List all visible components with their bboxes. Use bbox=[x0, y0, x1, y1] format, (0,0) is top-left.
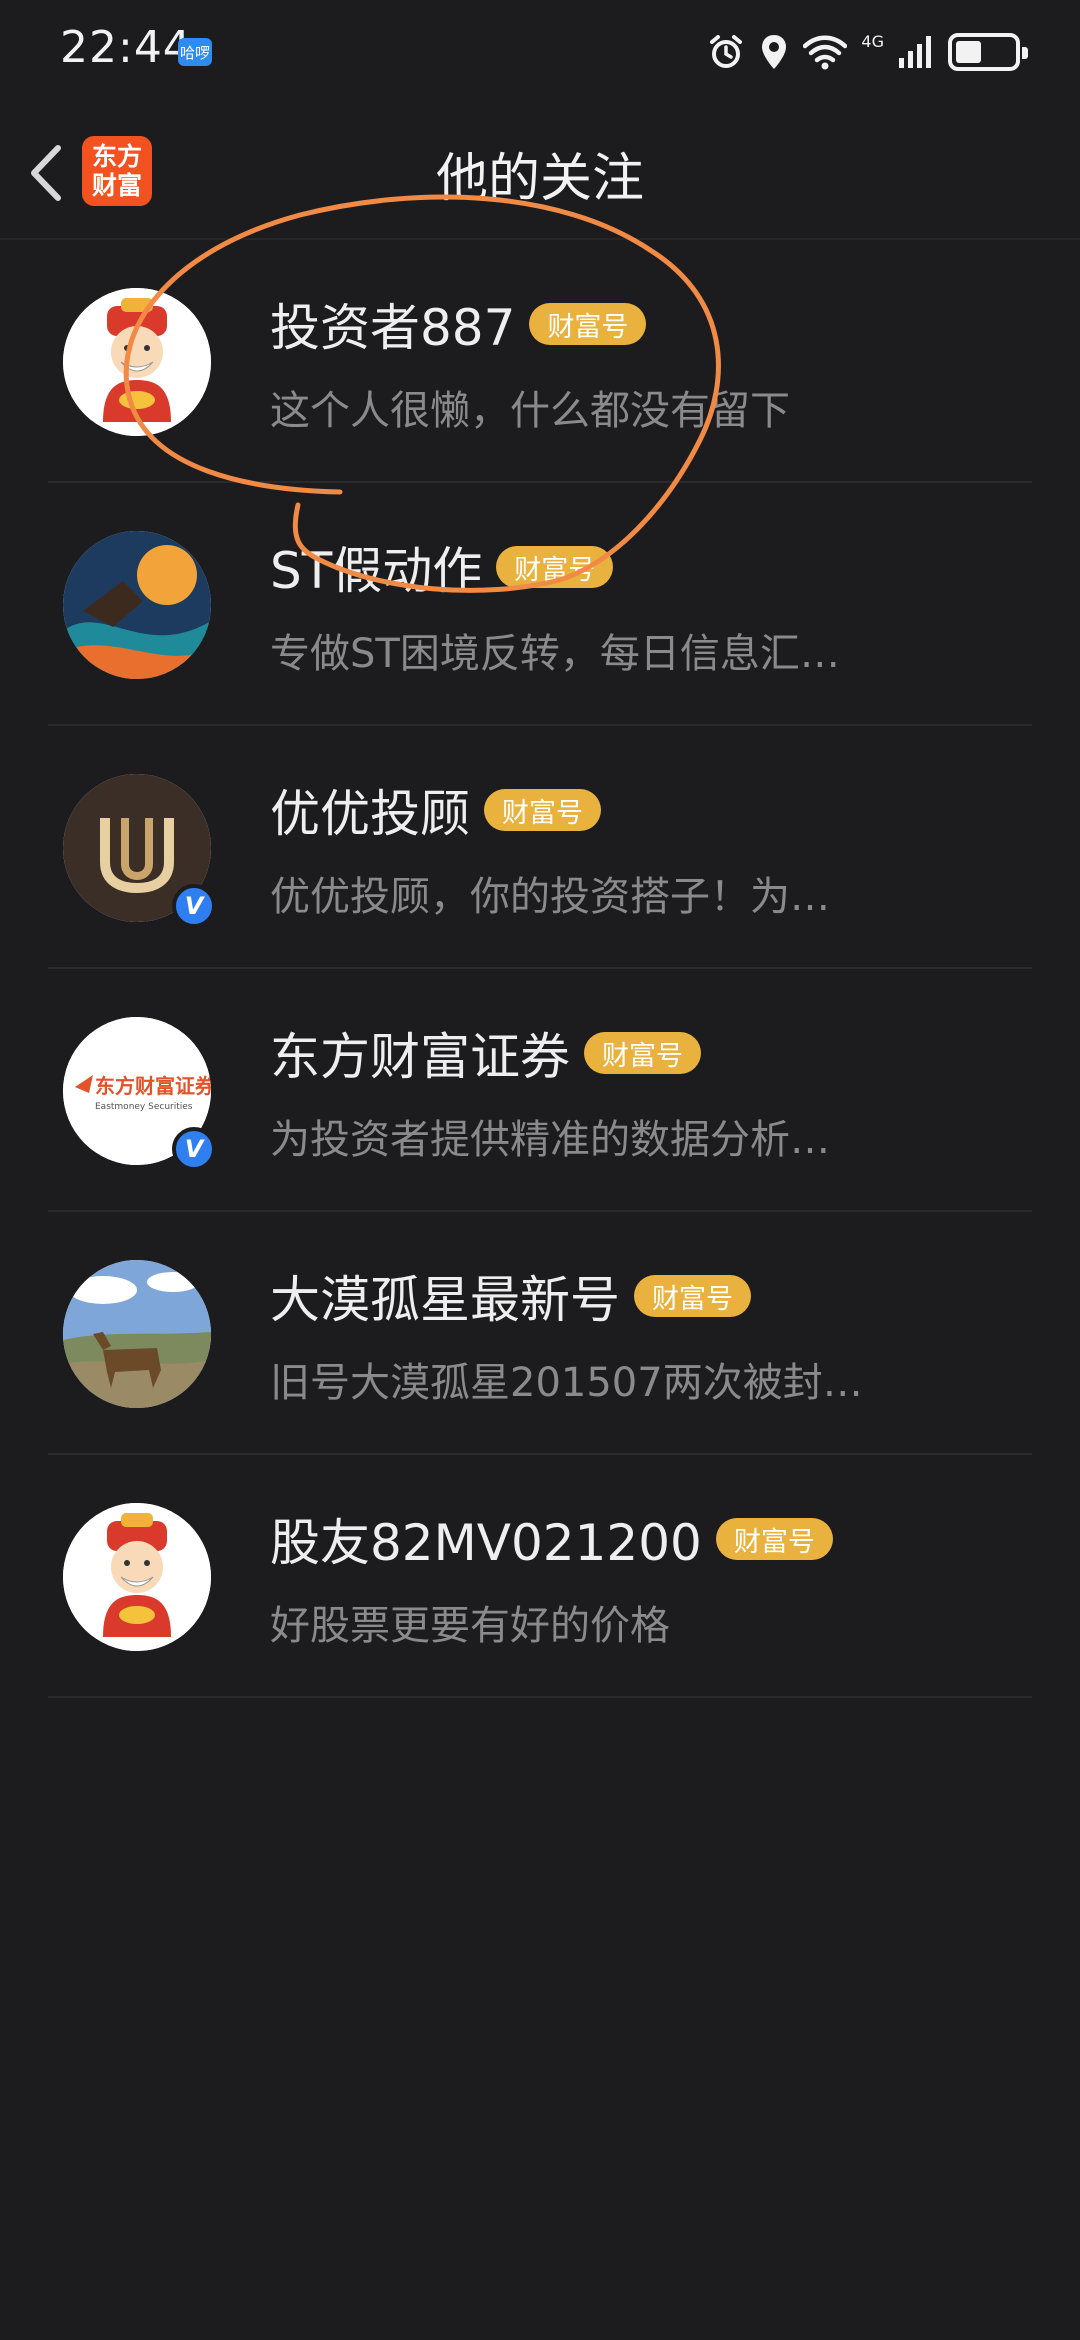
follow-list-item[interactable]: 股友82MV021200 财富号好股票更要有好的价格 bbox=[0, 1455, 1080, 1698]
network-type: 4G bbox=[861, 32, 884, 51]
divider bbox=[48, 1696, 1032, 1698]
user-bio: 好股票更要有好的价格 bbox=[270, 1603, 670, 1649]
caifu-badge: 财富号 bbox=[584, 1032, 701, 1074]
horse-landscape-icon bbox=[63, 1260, 211, 1408]
status-bar: 22:44 哈啰 4G bbox=[0, 0, 1080, 100]
caifu-badge: 财富号 bbox=[496, 546, 614, 588]
user-name: 东方财富证券 bbox=[270, 1028, 570, 1086]
verified-badge-icon: V bbox=[172, 1127, 216, 1171]
follow-list-item[interactable]: 东方财富证券 Eastmoney Securities V 东方财富证券 财富号 为投… bbox=[0, 969, 1080, 1212]
logo-subtext: Eastmoney Securities bbox=[95, 1102, 193, 1112]
user-name: 股友82MV021200 bbox=[270, 1514, 702, 1572]
name-row: 东方财富证券 财富号 bbox=[270, 1021, 701, 1086]
follow-list-item[interactable]: 投资者887 财富号这个人很懒，什么都没有留下 bbox=[0, 240, 1080, 483]
follow-list-item[interactable]: 大漠孤星最新号 财富号旧号大漠孤星201507两次被封… bbox=[0, 1212, 1080, 1455]
caifu-badge: 财富号 bbox=[715, 1518, 833, 1560]
avatar[interactable] bbox=[63, 1260, 211, 1408]
following-page: 22:44 哈啰 4G 东方 财富 他的关注 投资者887 财富号 这个人很懒，… bbox=[0, 0, 1080, 2340]
user-bio: 旧号大漠孤星201507两次被封… bbox=[270, 1360, 863, 1406]
nav-bar: 东方 财富 他的关注 bbox=[0, 100, 1080, 240]
caifu-badge: 财富号 bbox=[634, 1275, 751, 1317]
fantasy-artwork-icon bbox=[63, 531, 211, 679]
god-of-wealth-icon bbox=[63, 288, 211, 436]
follow-list: 投资者887 财富号 这个人很懒，什么都没有留下 ST假动作 财富号 专做ST困境反转，… bbox=[0, 240, 1080, 1698]
user-bio: 专做ST困境反转，每日信息汇… bbox=[270, 631, 840, 677]
status-icons: 4G bbox=[707, 30, 1028, 74]
user-bio: 这个人很懒，什么都没有留下 bbox=[270, 388, 790, 434]
avatar[interactable] bbox=[63, 288, 211, 436]
signal-icon bbox=[899, 36, 931, 68]
god-of-wealth-icon bbox=[63, 1503, 211, 1651]
user-name: ST假动作 bbox=[270, 542, 483, 600]
battery-icon bbox=[948, 33, 1028, 71]
name-row: 优优投顾 财富号 bbox=[270, 778, 601, 843]
user-name: 优优投顾 bbox=[270, 785, 470, 843]
location-icon bbox=[762, 35, 787, 69]
wifi-icon bbox=[803, 35, 848, 70]
name-row: 大漠孤星最新号 财富号 bbox=[270, 1264, 751, 1329]
page-title: 他的关注 bbox=[435, 149, 644, 209]
verified-badge-icon: V bbox=[172, 884, 216, 928]
user-bio: 为投资者提供精准的数据分析… bbox=[270, 1117, 830, 1163]
caifu-badge: 财富号 bbox=[529, 303, 647, 345]
status-app-badge: 哈啰 bbox=[178, 38, 212, 66]
logo-text: 东方财富证券 bbox=[95, 1074, 211, 1098]
user-name: 投资者887 bbox=[270, 299, 516, 357]
avatar[interactable] bbox=[63, 1503, 211, 1651]
user-name: 大漠孤星最新号 bbox=[270, 1271, 620, 1329]
user-bio: 优优投顾，你的投资搭子！为… bbox=[270, 874, 830, 920]
follow-list-item[interactable]: V 优优投顾 财富号优优投顾，你的投资搭子！为… bbox=[0, 726, 1080, 969]
name-row: 股友82MV021200 财富号 bbox=[270, 1507, 833, 1572]
status-time: 22:44 bbox=[60, 22, 192, 73]
follow-list-item[interactable]: ST假动作 财富号专做ST困境反转，每日信息汇… bbox=[0, 483, 1080, 726]
caifu-badge: 财富号 bbox=[484, 789, 601, 831]
name-row: ST假动作 财富号 bbox=[270, 535, 614, 600]
name-row: 投资者887 财富号 bbox=[270, 292, 647, 357]
alarm-icon bbox=[710, 35, 743, 68]
avatar[interactable] bbox=[63, 531, 211, 679]
